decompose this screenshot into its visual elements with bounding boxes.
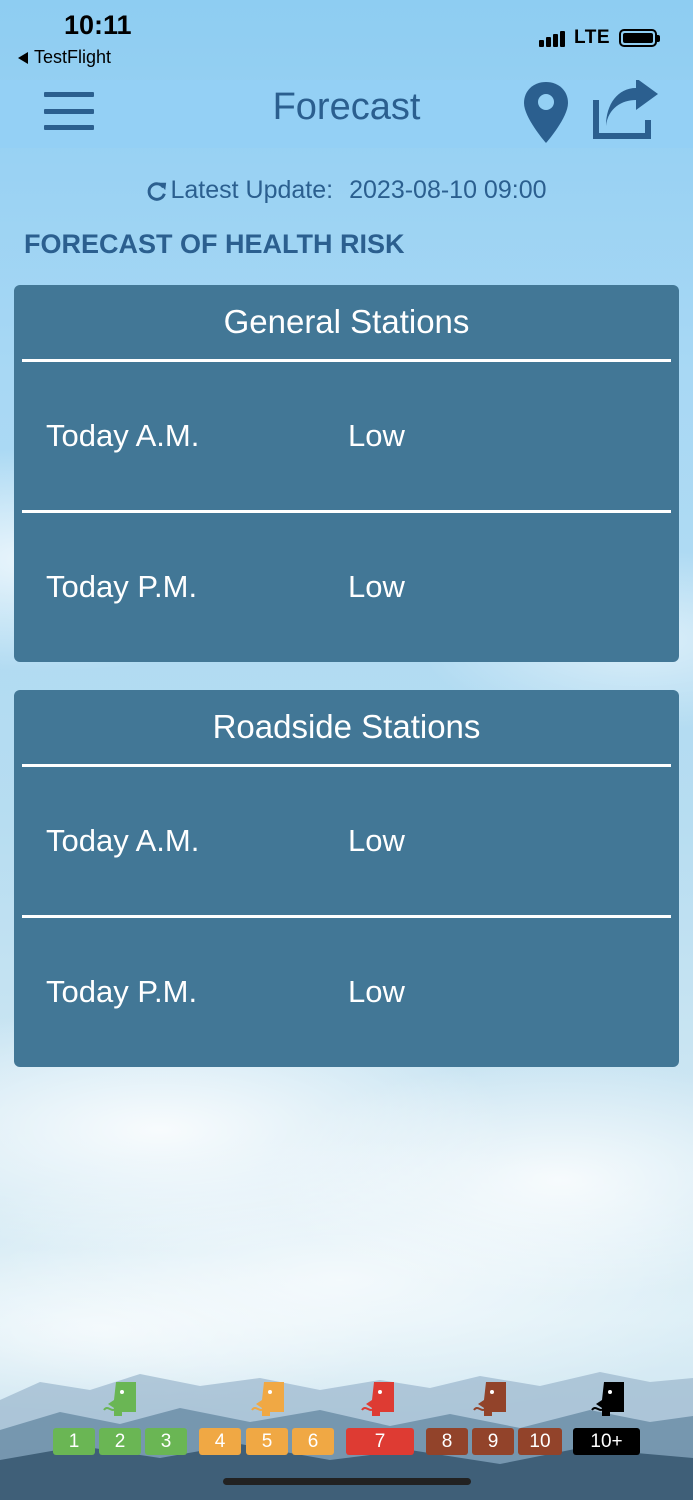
back-arrow-icon [18, 51, 28, 64]
general-stations-card: General Stations Today A.M. Low Today P.… [14, 285, 679, 662]
forecast-row: Today A.M. Low [14, 362, 679, 510]
back-to-app-link[interactable]: TestFlight [18, 47, 111, 68]
legend-level: 8 [426, 1428, 468, 1455]
legend-level: 7 [346, 1428, 414, 1455]
battery-icon [619, 29, 660, 47]
forecast-row: Today P.M. Low [14, 513, 679, 661]
nav-bar: Forecast [0, 80, 693, 148]
row-period: Today P.M. [46, 569, 198, 604]
serious-risk-face-icon [591, 1382, 624, 1416]
legend-level: 4 [199, 1428, 241, 1455]
high-risk-face-icon [361, 1382, 394, 1416]
forecast-row: Today P.M. Low [14, 918, 679, 1066]
status-time: 10:11 [64, 10, 132, 40]
legend-level: 1 [53, 1428, 95, 1455]
location-pin-icon[interactable] [521, 80, 571, 146]
health-risk-legend[interactable]: 1 2 3 4 5 6 7 8 9 10 10+ [0, 1380, 693, 1460]
row-risk-level: Low [348, 974, 405, 1009]
update-label: Latest Update: [170, 176, 334, 204]
low-risk-face-icon [103, 1382, 136, 1416]
refresh-icon[interactable] [146, 180, 168, 202]
section-heading: FORECAST OF HEALTH RISK [24, 229, 405, 259]
legend-level: 3 [145, 1428, 187, 1455]
moderate-risk-face-icon [251, 1382, 284, 1416]
legend-level: 10+ [573, 1428, 640, 1455]
legend-level: 10 [518, 1428, 562, 1455]
legend-level: 9 [472, 1428, 514, 1455]
forecast-row: Today A.M. Low [14, 767, 679, 915]
card-title: Roadside Stations [212, 708, 481, 745]
roadside-stations-card: Roadside Stations Today A.M. Low Today P… [14, 690, 679, 1067]
row-risk-level: Low [348, 569, 405, 604]
legend-level: 6 [292, 1428, 334, 1455]
update-timestamp: 2023-08-10 09:00 [349, 176, 547, 204]
page-title: Forecast [272, 86, 421, 128]
row-period: Today A.M. [46, 418, 200, 453]
row-period: Today P.M. [46, 974, 198, 1009]
card-title: General Stations [223, 303, 470, 340]
back-app-label: TestFlight [34, 47, 112, 67]
share-icon[interactable] [592, 80, 660, 140]
status-indicators: LTE [539, 27, 660, 49]
very-high-risk-face-icon [473, 1382, 506, 1416]
network-label: LTE [574, 27, 610, 48]
legend-level: 5 [246, 1428, 288, 1455]
row-risk-level: Low [348, 823, 405, 858]
row-period: Today A.M. [46, 823, 200, 858]
status-bar: 10:11 TestFlight LTE [0, 0, 693, 80]
legend-level: 2 [99, 1428, 141, 1455]
signal-icon [539, 29, 566, 47]
row-risk-level: Low [348, 418, 405, 453]
home-indicator[interactable] [223, 1478, 471, 1485]
latest-update: Latest Update: 2023-08-10 09:00 [0, 176, 693, 205]
